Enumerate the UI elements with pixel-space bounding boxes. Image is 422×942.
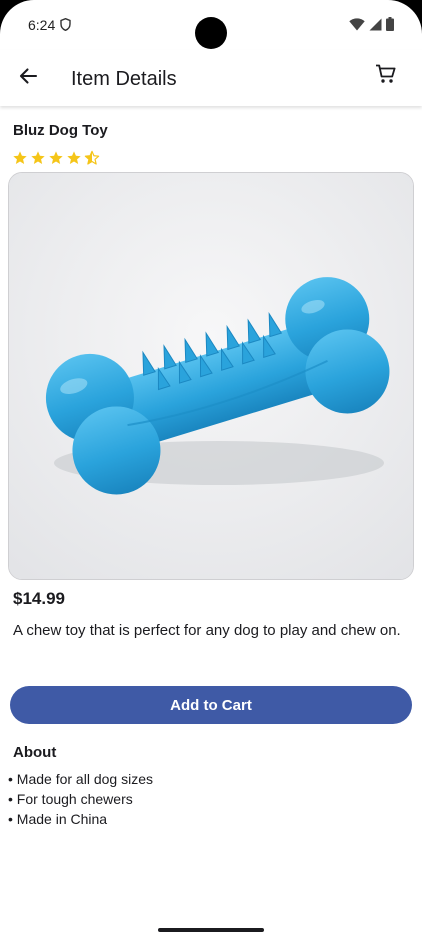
add-to-cart-button[interactable]: Add to Cart [10, 686, 412, 724]
home-indicator[interactable] [158, 928, 264, 932]
battery-icon [386, 17, 394, 36]
product-name: Bluz Dog Toy [13, 122, 108, 139]
about-item: For tough chewers [8, 789, 153, 809]
about-item: Made for all dog sizes [8, 769, 153, 789]
page-title: Item Details [71, 68, 177, 90]
status-bar: 6:24 [0, 0, 422, 50]
star-rating [12, 150, 100, 166]
top-app-bar: Item Details [0, 50, 422, 106]
wifi-icon [349, 17, 365, 36]
status-time: 6:24 [28, 17, 56, 33]
star-full-icon [13, 151, 27, 164]
phone-screen: 6:24 Item Details Bluz Dog Toy $14.99 A … [0, 0, 422, 942]
camera-cutout [195, 17, 227, 49]
product-price: $14.99 [13, 589, 65, 608]
product-image [8, 172, 414, 580]
arrow-back-icon [18, 66, 38, 91]
shopping-cart-icon [375, 63, 397, 90]
about-heading: About [13, 744, 57, 761]
about-item: Made in China [8, 809, 153, 829]
star-full-icon [31, 151, 45, 164]
shield-icon [60, 17, 71, 36]
star-full-icon [67, 151, 81, 164]
signal-icon [369, 18, 382, 36]
star-full-icon [49, 151, 63, 164]
system-icons [349, 17, 394, 36]
cart-button[interactable] [372, 62, 400, 90]
back-button[interactable] [14, 64, 42, 92]
star-half-icon [84, 150, 100, 165]
bone-toy-image [9, 173, 413, 579]
product-description: A chew toy that is perfect for any dog t… [13, 622, 401, 639]
about-list: Made for all dog sizes For tough chewers… [8, 769, 153, 829]
